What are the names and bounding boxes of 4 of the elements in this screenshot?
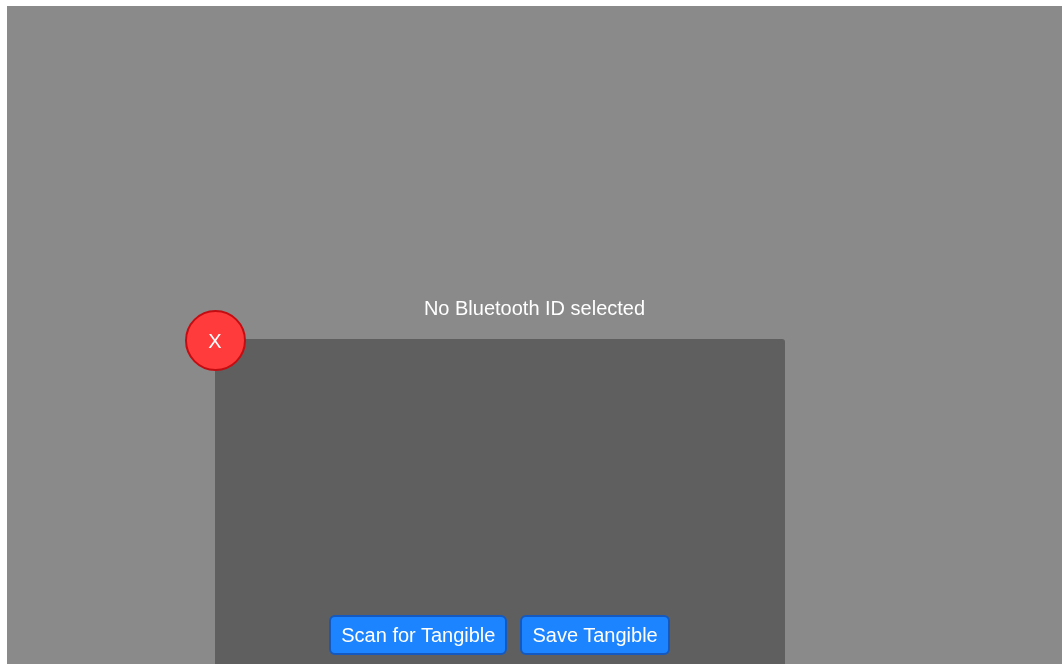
close-button[interactable]: X [184,310,246,371]
save-button[interactable]: Save Tangible [520,615,670,655]
scan-button[interactable]: Scan for Tangible [329,615,508,655]
status-text: No Bluetooth ID selected [423,298,646,318]
